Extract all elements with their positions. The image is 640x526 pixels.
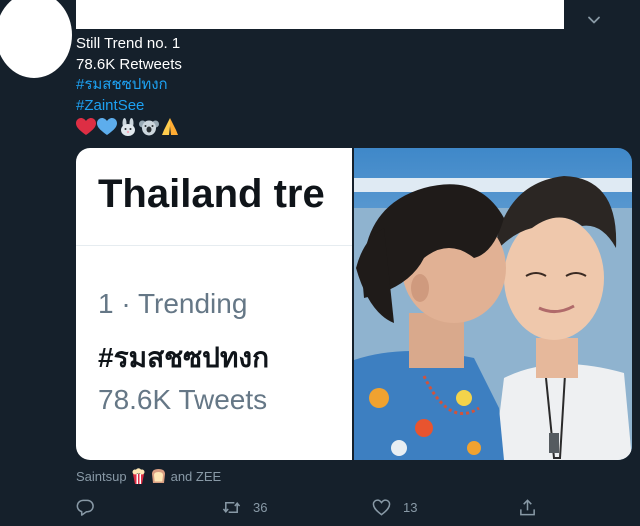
trending-tweet-count: 78.6K Tweets [98,384,268,415]
hashtag-link-thai[interactable]: #รมสชซปทงก [76,75,182,96]
trending-screenshot-card: Thailand tre 1 · Trending #รมสชซปทงก 78.… [76,148,352,460]
heart-outline-icon [372,499,391,516]
popcorn-icon [132,468,145,484]
bread-icon [151,469,165,483]
hashtag-link-zaintsee[interactable]: #ZaintSee [76,96,182,117]
reply-button[interactable] [76,498,95,517]
rabbit-icon [121,118,135,136]
tweet-text: Still Trend no. 1 78.6K Retweets #รมสชซป… [76,34,182,116]
card-divider [76,245,352,246]
redacted-username-bar [76,0,564,29]
koala-icon [139,120,159,136]
byline-tagged-user[interactable]: and ZEE [171,469,222,484]
reply-icon [76,499,94,516]
like-button[interactable]: 13 [372,498,417,517]
byline[interactable]: Saintsup and ZEE [76,468,221,484]
red-heart-icon [76,118,96,135]
tweet-line-2: 78.6K Retweets [76,55,182,73]
avatar[interactable] [0,0,72,78]
share-button[interactable] [518,498,537,517]
byline-name[interactable]: Saintsup [76,469,127,484]
like-count: 13 [403,500,418,515]
retweet-icon [222,501,241,514]
trending-rank-label: 1 · Trending [98,288,248,319]
emoji-row [76,117,180,137]
blue-heart-icon [97,118,117,135]
retweet-button[interactable]: 36 [222,498,267,517]
photo-two-people [354,148,632,460]
tweet-actions: 36 13 [76,498,536,520]
chevron-down-icon[interactable] [586,12,602,28]
tweet-line-1: Still Trend no. 1 [76,35,181,52]
media-container[interactable]: Thailand tre 1 · Trending #รมสชซปทงก 78.… [76,148,632,460]
retweet-count: 36 [253,500,268,515]
trending-card-title: Thailand tre [98,172,325,216]
folded-hands-icon [162,118,178,135]
trending-hashtag: #รมสชซปทงก [98,342,270,373]
share-icon [520,499,535,516]
